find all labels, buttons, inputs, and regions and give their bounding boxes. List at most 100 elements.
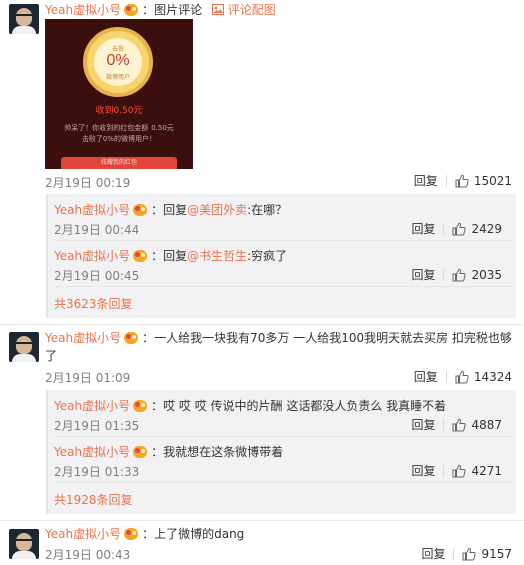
like-button[interactable]: 2035 <box>452 268 502 282</box>
reply-actions: 回复 4887 <box>411 416 502 433</box>
username-link[interactable]: Yeah虚拟小号 <box>45 3 121 17</box>
reply-line: Yeah虚拟小号 ：我就想在这条微博带着 <box>54 442 283 462</box>
action-divider <box>443 223 445 235</box>
like-count: 9157 <box>481 547 512 561</box>
reply-timestamp: 2月19日 01:33 <box>54 465 140 479</box>
reply-username-link[interactable]: Yeah虚拟小号 <box>54 203 130 217</box>
badge-bottom-text: 微博用户 <box>105 74 130 81</box>
more-replies-link[interactable]: 共1928条回复 <box>54 491 133 508</box>
avatar[interactable] <box>9 529 39 559</box>
reply-prefix: ：回复 <box>151 203 188 217</box>
comment-text: 一人给我一块我有70多万 一人给我100我明天就去买房 扣完税也够 <box>154 331 512 345</box>
picture-link[interactable]: 评论配图 <box>211 3 276 17</box>
username-link[interactable]: Yeah虚拟小号 <box>45 331 121 345</box>
red-packet-share-button: 炫耀我的红包 <box>61 157 177 169</box>
thumbs-up-icon <box>455 370 469 384</box>
avatar[interactable] <box>9 332 39 362</box>
vip-crown-icon <box>124 528 139 540</box>
red-packet-line1: 帅呆了！你收到的红包金额 0.50元 <box>51 123 187 133</box>
like-count: 2035 <box>471 268 502 282</box>
reply-username-link[interactable]: Yeah虚拟小号 <box>54 399 130 413</box>
red-packet-line1-tail: 0.50元 <box>151 124 174 132</box>
vip-crown-icon <box>124 4 139 16</box>
reply-actions: 回复 2429 <box>411 220 502 237</box>
reply-prefix: ： <box>151 399 164 413</box>
like-button[interactable]: 14324 <box>455 370 512 384</box>
vip-crown-icon <box>124 332 139 344</box>
mention-link[interactable]: @书生哲生 <box>187 249 247 263</box>
vip-crown-icon <box>133 204 148 216</box>
reply-button[interactable]: 回复 <box>411 418 435 432</box>
reply-line: Yeah虚拟小号 ：哎 哎 哎 传说中的片酬 这话都没人负责么 我真睡不着 <box>54 396 446 416</box>
reply-button[interactable]: 回复 <box>411 268 435 282</box>
reply-text: :在哪？ <box>247 203 288 217</box>
reply-timestamp: 2月19日 01:35 <box>54 419 140 433</box>
comment-timestamp: 2月19日 00:43 <box>45 548 131 562</box>
action-divider <box>445 175 447 187</box>
avatar-glasses <box>16 342 32 346</box>
reply-button[interactable]: 回复 <box>411 464 435 478</box>
like-count: 15021 <box>473 174 512 188</box>
badge-inner: 击败 0% 微博用户 <box>94 38 142 86</box>
comment-prefix: ： <box>142 3 155 17</box>
like-button[interactable]: 4887 <box>452 418 502 432</box>
like-count: 14324 <box>473 370 512 384</box>
avatar[interactable] <box>9 4 39 34</box>
comment-actions: 回复 14324 <box>414 368 512 385</box>
reply-divider <box>54 436 512 437</box>
action-divider <box>445 371 447 383</box>
picture-icon <box>211 4 224 15</box>
red-packet-amount: 收到0.50元 <box>95 106 143 116</box>
reply-text: 我就想在这条微博带着 <box>163 445 284 459</box>
comment-body: Yeah虚拟小号 ：一人给我一块我有70多万 一人给我100我明天就去买房 扣完税… <box>45 328 515 348</box>
reply-actions: 回复 4271 <box>411 462 502 479</box>
avatar-shirt <box>12 354 36 362</box>
thumbs-up-icon <box>462 547 477 561</box>
username-link[interactable]: Yeah虚拟小号 <box>45 527 121 541</box>
reply-prefix: ： <box>151 445 164 459</box>
avatar-shirt <box>12 551 36 559</box>
like-button[interactable]: 15021 <box>455 174 512 188</box>
reply-text: :穷疯了 <box>247 249 288 263</box>
like-count: 4271 <box>471 464 502 478</box>
red-packet-line2: 击败了0%的微博用户！ <box>81 135 157 143</box>
thumbs-up-icon <box>455 174 469 188</box>
vip-crown-icon <box>133 250 148 262</box>
reply-line: Yeah虚拟小号 ：回复@书生哲生:穷疯了 <box>54 246 287 266</box>
like-count: 4887 <box>471 418 502 432</box>
comment-image[interactable]: 击败 0% 微博用户 收到0.50元 帅呆了！你收到的红包金额 0.50元 击败了… <box>45 19 193 169</box>
reply-username-link[interactable]: Yeah虚拟小号 <box>54 249 130 263</box>
red-packet-badge: 击败 0% 微博用户 <box>83 27 153 97</box>
action-divider <box>453 548 455 560</box>
vip-crown-icon <box>133 446 148 458</box>
comment-timestamp: 2月19日 01:09 <box>45 371 131 385</box>
like-button[interactable]: 4271 <box>452 464 502 478</box>
reply-button[interactable]: 回复 <box>421 547 445 561</box>
thumbs-up-icon <box>452 418 467 432</box>
more-replies-link[interactable]: 共3623条回复 <box>54 295 133 312</box>
thumbs-up-icon <box>452 222 467 236</box>
picture-comment-label: 图片评论 <box>154 3 203 17</box>
reply-username-link[interactable]: Yeah虚拟小号 <box>54 445 130 459</box>
thumbs-up-icon <box>452 268 467 282</box>
vip-crown-icon <box>133 400 148 412</box>
reply-button[interactable]: 回复 <box>411 222 435 236</box>
avatar-glasses <box>16 539 32 543</box>
reply-button[interactable]: 回复 <box>414 174 438 188</box>
reply-actions: 回复 2035 <box>411 266 502 283</box>
reply-divider <box>54 286 512 287</box>
reply-divider <box>54 482 512 483</box>
action-divider <box>443 465 445 477</box>
comment-text: 上了微博的dang <box>154 527 245 541</box>
comment-header: Yeah虚拟小号 ：图片评论 评论配图 <box>45 0 276 17</box>
like-button[interactable]: 2429 <box>452 222 502 236</box>
reply-timestamp: 2月19日 00:44 <box>54 223 140 237</box>
red-packet-line1-text: 帅呆了！你收到的红包金额 <box>64 124 149 132</box>
like-button[interactable]: 9157 <box>462 547 512 561</box>
reply-button[interactable]: 回复 <box>414 370 438 384</box>
reply-divider <box>54 240 512 241</box>
mention-link[interactable]: @美团外卖 <box>187 203 247 217</box>
action-divider <box>443 269 445 281</box>
avatar-glasses <box>16 14 32 18</box>
badge-percent: 0% <box>106 52 130 69</box>
